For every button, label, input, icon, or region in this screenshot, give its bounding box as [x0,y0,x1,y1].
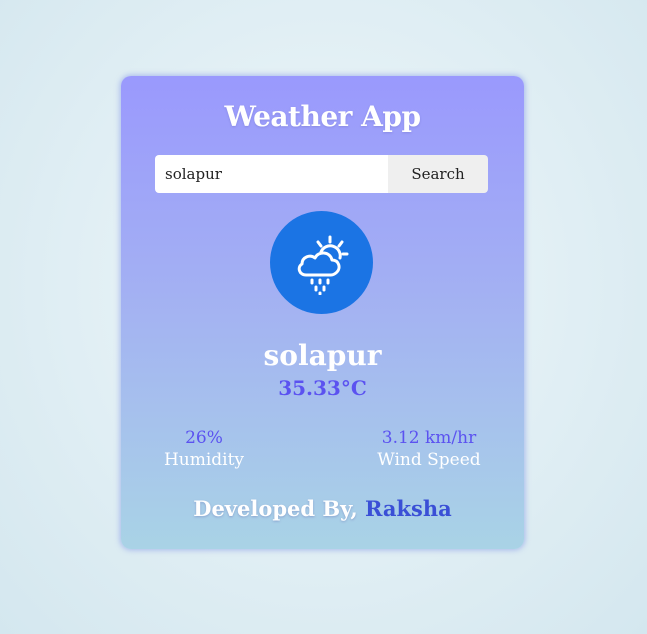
footer-credit: Developed By, Raksha [121,496,524,521]
weather-card: Weather App Search solapur 35.33°C 26% [121,76,524,549]
humidity-stat: 26% Humidity [124,428,284,470]
weather-icon-container [270,211,373,314]
wind-speed-value: 3.12 km/hr [381,428,477,448]
wind-stat: 3.12 km/hr Wind Speed [349,428,509,470]
author-name: Raksha [364,496,452,521]
humidity-label: Humidity [163,450,245,470]
app-title: Weather App [224,100,421,133]
search-input[interactable] [155,155,388,193]
wind-speed-label: Wind Speed [377,450,481,470]
search-bar: Search [155,155,488,193]
footer-prefix: Developed By, [193,496,365,521]
humidity-value: 26% [185,428,223,448]
city-name: solapur [263,339,382,372]
search-button[interactable]: Search [388,155,488,193]
temperature: 35.33°C [278,376,367,400]
cloud-sun-rain-icon [297,235,348,295]
